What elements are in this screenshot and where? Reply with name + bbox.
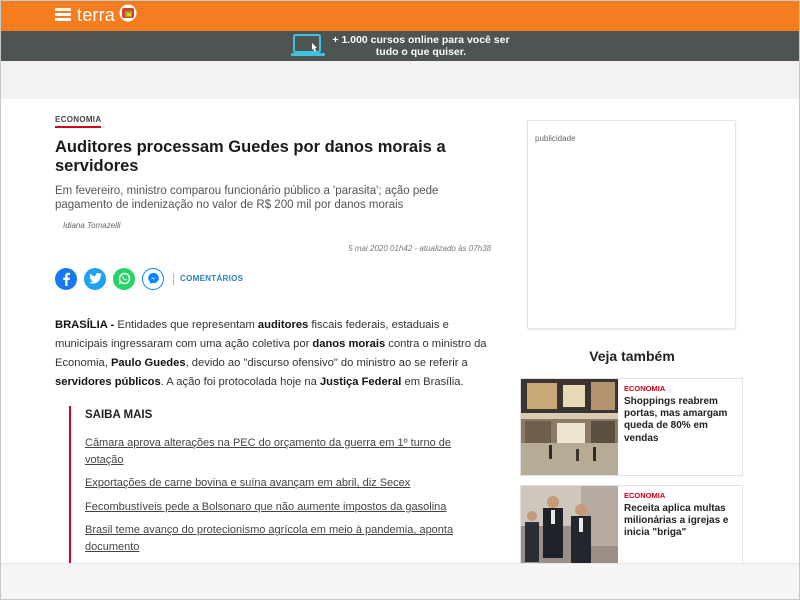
twitter-icon[interactable] <box>84 267 106 290</box>
related-link[interactable]: Brasil teme avanço do protecionismo agrí… <box>85 522 469 555</box>
body-bold-segment: auditores <box>257 319 309 331</box>
body-text-segment: em Brasília. <box>401 376 464 388</box>
card-title[interactable]: Receita aplica multas milionárias a igre… <box>624 503 738 540</box>
card-title[interactable]: Shoppings reabrem portas, mas amargam qu… <box>624 396 738 445</box>
card-info: ECONOMIA Shoppings reabrem portas, mas a… <box>618 379 742 475</box>
logo-text[interactable]: terra <box>77 5 115 26</box>
body-bold-segment: Justiça Federal <box>319 376 402 388</box>
article-body-paragraph: BRASÍLIA - Entidades que representam aud… <box>55 316 495 392</box>
veja-tambem-title: Veja também <box>589 348 675 364</box>
share-bar: COMENTÁRIOS <box>55 267 243 290</box>
laptop-icon[interactable] <box>290 33 326 59</box>
body-text-segment: , devido ao "discurso ofensivo" do minis… <box>185 357 468 369</box>
top-navigation-bar: terra <box>1 1 799 31</box>
related-card[interactable]: ECONOMIA Shoppings reabrem portas, mas a… <box>520 378 743 476</box>
section-tag[interactable]: ECONOMIA <box>55 115 102 128</box>
card-category: ECONOMIA <box>624 491 666 500</box>
hamburger-menu-icon[interactable] <box>55 8 71 22</box>
article-author: Idiana Tomazelli <box>63 221 121 230</box>
advertisement-box[interactable]: publicidade <box>527 120 736 329</box>
share-divider <box>173 272 174 285</box>
saiba-mais-title: SAIBA MAIS <box>85 409 153 421</box>
card-category: ECONOMIA <box>624 384 666 393</box>
page-bottom-edge <box>1 563 799 599</box>
article-date: 5 mai 2020 01h42 - atualizado às 07h38 <box>348 244 491 253</box>
card-thumbnail-mall <box>521 379 618 475</box>
promo-text[interactable]: + 1.000 cursos online para você ser tudo… <box>331 34 511 58</box>
related-link[interactable]: Câmara aprova alterações na PEC do orçam… <box>85 435 469 468</box>
body-dateline: BRASÍLIA - <box>55 319 118 331</box>
ad-label: publicidade <box>535 134 576 143</box>
body-bold-segment: servidores públicos <box>55 376 161 388</box>
comments-link[interactable]: COMENTÁRIOS <box>180 274 243 283</box>
messenger-icon[interactable] <box>142 267 164 290</box>
terra-logo-icon[interactable] <box>118 4 138 24</box>
body-text-segment: . A ação foi protocolada hoje na <box>160 376 320 388</box>
facebook-icon[interactable] <box>55 267 77 290</box>
body-bold-segment: Paulo Guedes <box>110 357 186 369</box>
browser-page: terra + 1.000 cursos online para você se… <box>0 0 800 600</box>
body-bold-segment: danos morais <box>312 338 386 350</box>
promo-text-line-2: tudo o que quiser. <box>375 46 467 58</box>
whatsapp-icon[interactable] <box>113 267 135 290</box>
body-text-segment: Entidades que representam <box>117 319 258 331</box>
promo-text-line-1: + 1.000 cursos online para você ser <box>332 34 510 46</box>
promo-banner[interactable]: + 1.000 cursos online para você ser tudo… <box>1 31 799 61</box>
related-link[interactable]: Fecombustíveis pede a Bolsonaro que não … <box>85 499 469 516</box>
top-ad-strip <box>1 61 799 99</box>
article-headline: Auditores processam Guedes por danos mor… <box>55 138 446 175</box>
saiba-mais-box: SAIBA MAIS Câmara aprova alterações na P… <box>69 406 469 566</box>
article-subtitle: Em fevereiro, ministro comparou funcioná… <box>55 185 439 211</box>
related-link[interactable]: Exportações de carne bovina e suína avan… <box>85 475 469 492</box>
